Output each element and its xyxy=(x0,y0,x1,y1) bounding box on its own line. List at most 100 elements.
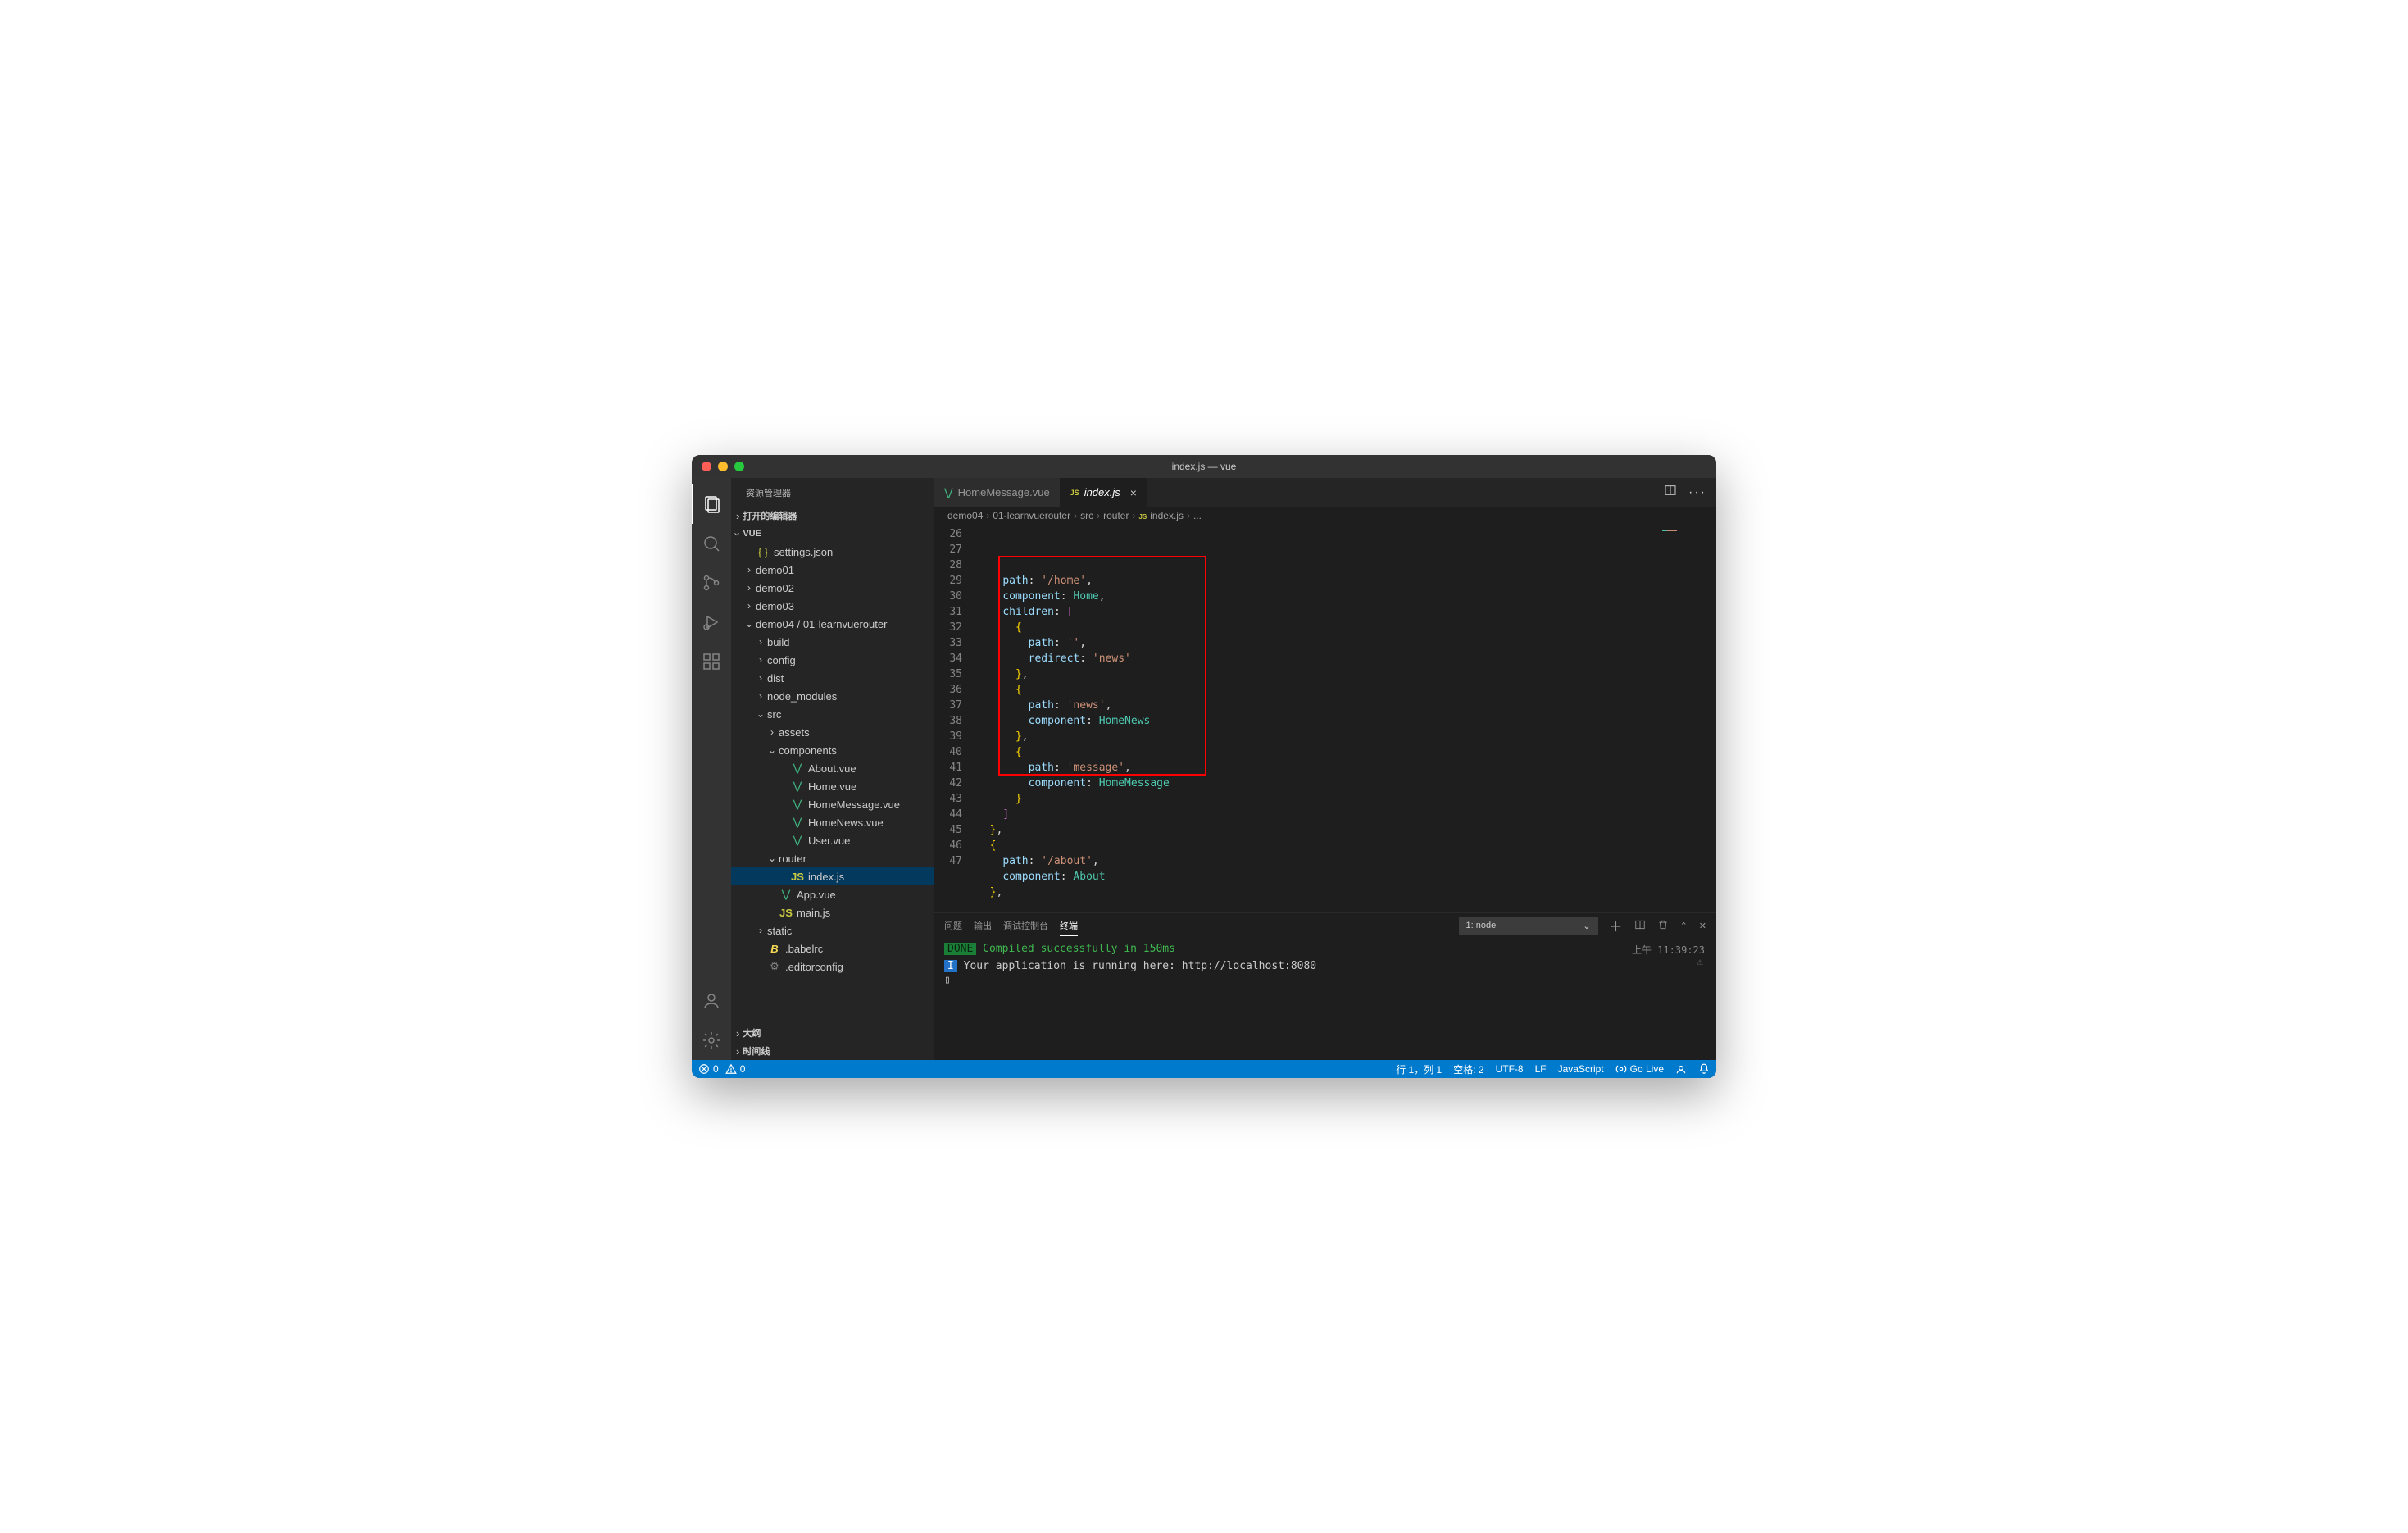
status-bell-icon[interactable] xyxy=(1698,1063,1710,1075)
tree-file[interactable]: B.babelrc xyxy=(731,939,934,958)
status-spaces[interactable]: 空格: 2 xyxy=(1453,1062,1483,1076)
tree-folder[interactable]: ›dist xyxy=(731,669,934,687)
status-language[interactable]: JavaScript xyxy=(1558,1063,1604,1075)
tree-folder[interactable]: ⌄components xyxy=(731,741,934,759)
editor-tab[interactable]: JSindex.js× xyxy=(1061,478,1147,507)
tab-actions: ··· xyxy=(1664,478,1716,507)
maximize-window[interactable] xyxy=(734,462,744,471)
tree-folder[interactable]: ›demo01 xyxy=(731,561,934,579)
status-feedback-icon[interactable] xyxy=(1675,1063,1687,1075)
breadcrumb-item[interactable]: 01-learnvuerouter xyxy=(993,510,1070,521)
breadcrumb-item[interactable]: JSindex.js xyxy=(1138,510,1183,521)
code-line: component: HomeMessage xyxy=(977,776,1716,791)
tree-file[interactable]: ⋁User.vue xyxy=(731,831,934,849)
minimize-window[interactable] xyxy=(718,462,728,471)
line-gutter: 2627282930313233343536373839404142434445… xyxy=(934,525,977,912)
panel-actions: 1: node ⌄ ＋ ⌃ ✕ xyxy=(1459,916,1706,935)
outline-section[interactable]: › 大纲 xyxy=(731,1024,934,1042)
tree-file[interactable]: ⋁HomeNews.vue xyxy=(731,813,934,831)
panel-tab[interactable]: 调试控制台 xyxy=(1003,916,1048,935)
split-editor-icon[interactable] xyxy=(1664,484,1677,501)
code-line: { xyxy=(977,744,1716,760)
more-icon[interactable]: ··· xyxy=(1688,485,1706,500)
close-window[interactable] xyxy=(702,462,711,471)
extensions-icon[interactable] xyxy=(692,642,731,681)
editor-tab[interactable]: ⋁HomeMessage.vue xyxy=(934,478,1061,507)
status-warnings[interactable]: 0 xyxy=(725,1063,746,1075)
status-linecol[interactable]: 行 1，列 1 xyxy=(1396,1062,1442,1076)
debug-icon[interactable] xyxy=(692,603,731,642)
tree-folder[interactable]: ⌄demo04 / 01-learnvuerouter xyxy=(731,615,934,633)
tree-file[interactable]: JSindex.js xyxy=(731,867,934,885)
status-golive[interactable]: Go Live xyxy=(1615,1063,1664,1075)
breadcrumb-item[interactable]: ... xyxy=(1193,510,1202,521)
tree-file[interactable]: ⋁About.vue xyxy=(731,759,934,777)
code-line: path: '/home', xyxy=(977,573,1716,589)
tree-label: index.js xyxy=(808,871,844,883)
new-terminal-icon[interactable]: ＋ xyxy=(1610,916,1623,935)
chevron-down-icon: › xyxy=(732,532,744,535)
tree-folder[interactable]: ›assets xyxy=(731,723,934,741)
status-eol[interactable]: LF xyxy=(1535,1063,1547,1075)
chevron-down-icon: ⌄ xyxy=(1583,921,1590,931)
titlebar: index.js — vue xyxy=(692,455,1716,478)
window-controls xyxy=(692,462,744,471)
panel-tab[interactable]: 问题 xyxy=(944,916,962,935)
breadcrumb-item[interactable]: router xyxy=(1103,510,1129,521)
tree-folder[interactable]: ›demo02 xyxy=(731,579,934,597)
code-line: component: About xyxy=(977,869,1716,885)
code-line: component: HomeNews xyxy=(977,713,1716,729)
editor[interactable]: 2627282930313233343536373839404142434445… xyxy=(934,525,1716,912)
tree-file[interactable]: ⋁App.vue xyxy=(731,885,934,903)
chevron-down-icon: ⌄ xyxy=(743,618,756,630)
open-editors-section[interactable]: › 打开的编辑器 xyxy=(731,507,934,525)
breadcrumbs[interactable]: demo04›01-learnvuerouter›src›router›JSin… xyxy=(934,507,1716,525)
breadcrumb-item[interactable]: src xyxy=(1080,510,1093,521)
vscode-window: index.js — vue xyxy=(692,455,1716,1078)
minimap[interactable] xyxy=(1642,525,1716,689)
tree-file[interactable]: { }settings.json xyxy=(731,543,934,561)
code-line: }, xyxy=(977,822,1716,838)
tree-file[interactable]: ⋁Home.vue xyxy=(731,777,934,795)
settings-gear-icon[interactable] xyxy=(692,1021,731,1060)
tree-folder[interactable]: ⌄src xyxy=(731,705,934,723)
tree-label: src xyxy=(767,708,781,721)
timeline-section[interactable]: › 时间线 xyxy=(731,1042,934,1060)
tree-label: dist xyxy=(767,672,784,685)
tree-folder[interactable]: ›config xyxy=(731,651,934,669)
tree-file[interactable]: JSmain.js xyxy=(731,903,934,921)
code-line xyxy=(977,900,1716,916)
split-terminal-icon[interactable] xyxy=(1634,919,1646,933)
panel-tab[interactable]: 终端 xyxy=(1060,916,1078,936)
tab-label: index.js xyxy=(1084,486,1120,498)
panel-tab[interactable]: 输出 xyxy=(974,916,992,935)
tree-file[interactable]: ⋁HomeMessage.vue xyxy=(731,795,934,813)
code-area[interactable]: path: '/home', component: Home, children… xyxy=(977,525,1716,912)
close-tab-icon[interactable]: × xyxy=(1130,486,1137,499)
tree-folder[interactable]: ›demo03 xyxy=(731,597,934,615)
tree-folder[interactable]: ›static xyxy=(731,921,934,939)
account-icon[interactable] xyxy=(692,981,731,1021)
tree-folder[interactable]: ›build xyxy=(731,633,934,651)
terminal-body[interactable]: 上午 11:39:23 ⚠ DONE Compiled successfully… xyxy=(934,938,1716,1060)
terminal-select[interactable]: 1: node ⌄ xyxy=(1459,917,1598,935)
tree-folder[interactable]: ›node_modules xyxy=(731,687,934,705)
code-line: { xyxy=(977,838,1716,853)
project-section[interactable]: › VUE xyxy=(731,525,934,543)
sidebar: 资源管理器 › 打开的编辑器 › VUE { }settings.json›de… xyxy=(731,478,934,1060)
code-line: }, xyxy=(977,729,1716,744)
tree-file[interactable]: ⚙.editorconfig xyxy=(731,958,934,976)
status-errors[interactable]: 0 xyxy=(698,1063,719,1075)
source-control-icon[interactable] xyxy=(692,563,731,603)
status-encoding[interactable]: UTF-8 xyxy=(1496,1063,1524,1075)
trash-icon[interactable] xyxy=(1657,919,1669,933)
chevron-down-icon: ⌄ xyxy=(766,744,779,756)
tree-label: demo01 xyxy=(756,564,794,576)
close-panel-icon[interactable]: ✕ xyxy=(1699,921,1706,931)
breadcrumb-item[interactable]: demo04 xyxy=(947,510,983,521)
tree-folder[interactable]: ⌄router xyxy=(731,849,934,867)
search-icon[interactable] xyxy=(692,524,731,563)
chevron-up-icon[interactable]: ⌃ xyxy=(1680,921,1688,931)
explorer-icon[interactable] xyxy=(692,484,731,524)
code-line: path: 'message', xyxy=(977,760,1716,776)
